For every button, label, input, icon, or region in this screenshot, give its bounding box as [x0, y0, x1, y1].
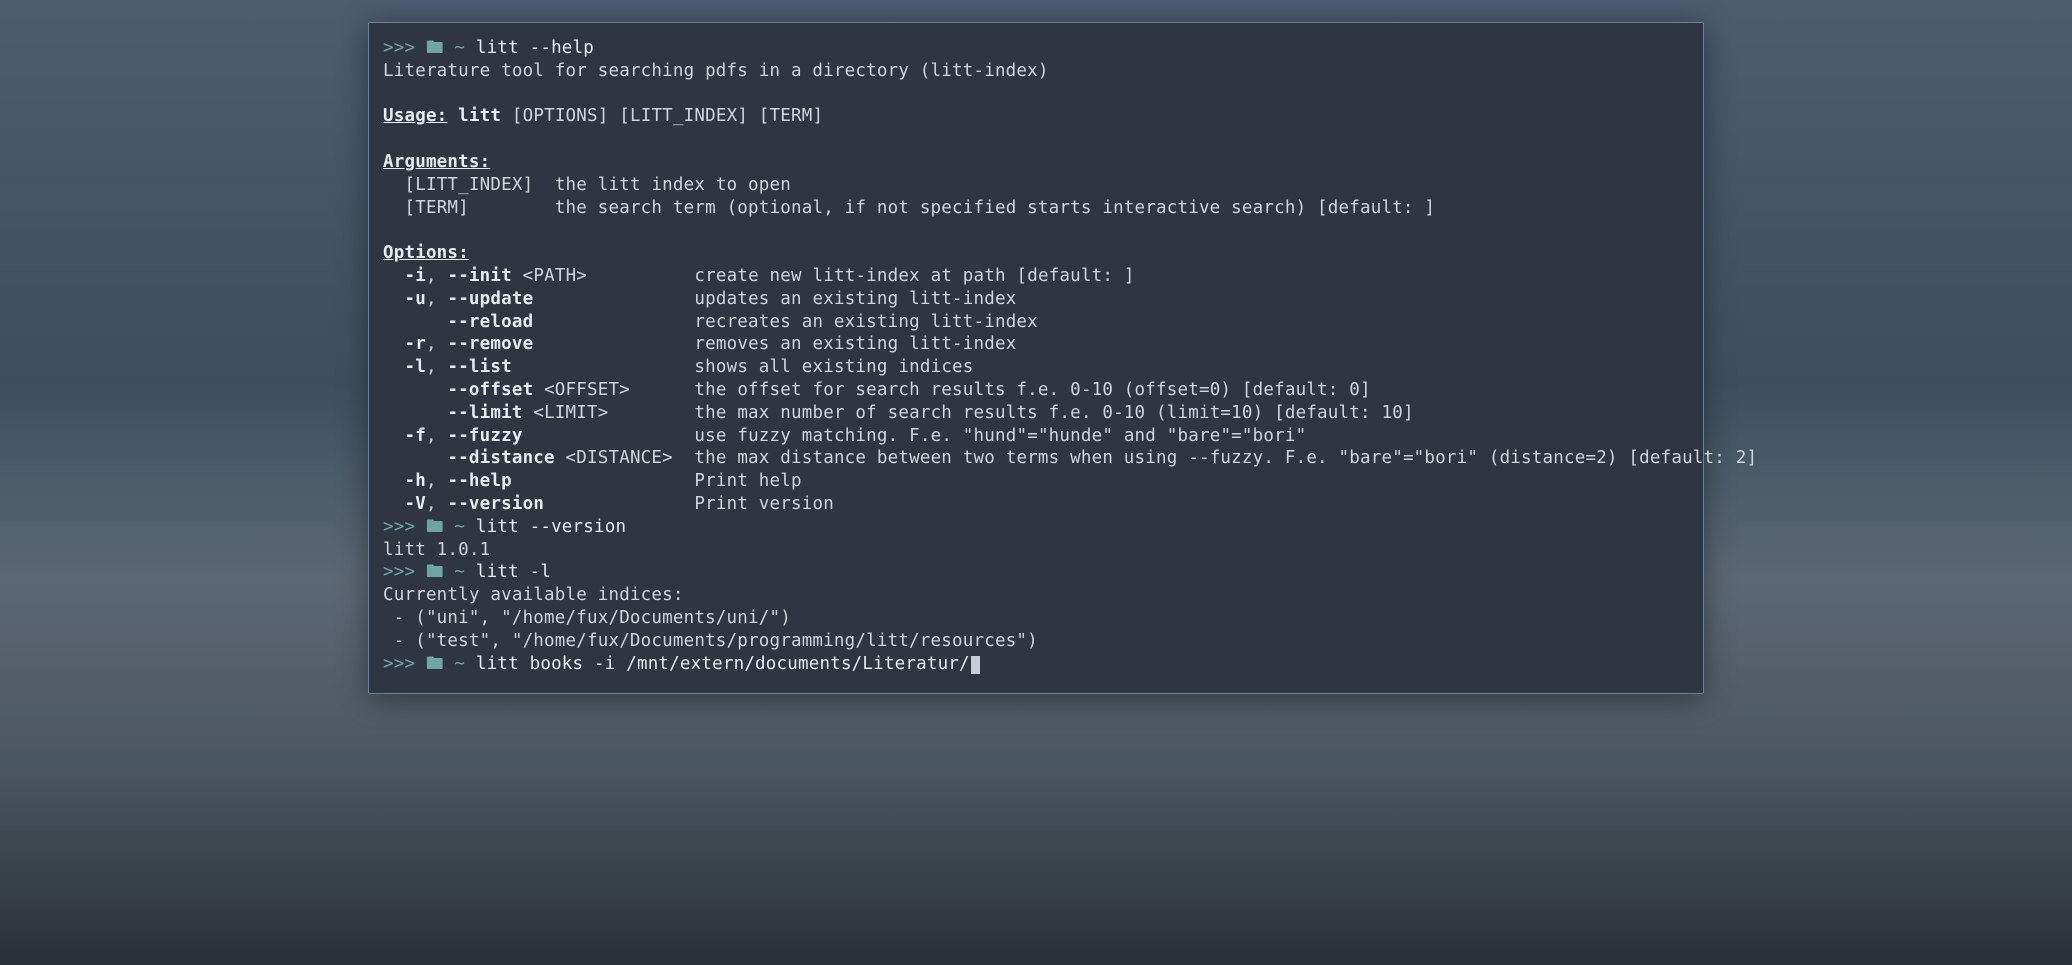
opt-list-long: --list	[447, 357, 511, 377]
arg-term-desc: the search term (optional, if not specif…	[555, 198, 1435, 218]
tilde: ~	[454, 517, 465, 537]
command-4-input[interactable]: litt books -i /mnt/extern/documents/Lite…	[476, 654, 970, 674]
opt-fuzzy-short: -f	[404, 426, 425, 446]
list-row: - ("test", "/home/fux/Documents/programm…	[383, 631, 1038, 651]
opt-fuzzy-desc: use fuzzy matching. F.e. "hund"="hunde" …	[694, 426, 1306, 446]
tilde: ~	[454, 654, 465, 674]
arg-litt-index-desc: the litt index to open	[555, 175, 791, 195]
opt-remove-desc: removes an existing litt-index	[694, 334, 1016, 354]
opt-update-short: -u	[404, 289, 425, 309]
opt-help-short: -h	[404, 471, 425, 491]
opt-distance-long: --distance	[447, 448, 554, 468]
opt-limit-long: --limit	[447, 403, 522, 423]
version-output: litt 1.0.1	[383, 540, 490, 560]
options-label: Options:	[383, 243, 469, 263]
opt-update-long: --update	[447, 289, 533, 309]
opt-update-desc: updates an existing litt-index	[694, 289, 1016, 309]
opt-limit-arg: <LIMIT>	[533, 403, 608, 423]
arg-litt-index-name: [LITT_INDEX]	[404, 175, 533, 195]
help-description: Literature tool for searching pdfs in a …	[383, 61, 1049, 81]
opt-init-long: --init	[447, 266, 511, 286]
opt-limit-desc: the max number of search results f.e. 0-…	[694, 403, 1413, 423]
command-3: litt -l	[476, 562, 551, 582]
opt-offset-desc: the offset for search results f.e. 0-10 …	[694, 380, 1370, 400]
opt-init-arg: <PATH>	[523, 266, 587, 286]
opt-version-long: --version	[447, 494, 544, 514]
prompt-line-3: >>> 🖿 ~ litt -l	[383, 562, 551, 582]
opt-reload-long: --reload	[447, 312, 533, 332]
opt-init-desc: create new litt-index at path [default: …	[694, 266, 1134, 286]
opt-offset-arg: <OFFSET>	[544, 380, 630, 400]
usage-cmd: litt	[458, 106, 501, 126]
opt-list-short: -l	[404, 357, 425, 377]
terminal-window[interactable]: >>> 🖿 ~ litt --help Literature tool for …	[368, 22, 1704, 694]
prompt-arrows: >>>	[383, 654, 415, 674]
list-header: Currently available indices:	[383, 585, 684, 605]
opt-distance-desc: the max distance between two terms when …	[694, 448, 1757, 468]
cursor-icon	[971, 656, 980, 674]
tilde: ~	[454, 562, 465, 582]
prompt-arrows: >>>	[383, 38, 415, 58]
opt-list-desc: shows all existing indices	[694, 357, 973, 377]
list-row: - ("uni", "/home/fux/Documents/uni/")	[383, 608, 791, 628]
opt-fuzzy-long: --fuzzy	[447, 426, 522, 446]
opt-init-short: -i	[404, 266, 425, 286]
prompt-arrows: >>>	[383, 517, 415, 537]
opt-version-short: -V	[404, 494, 425, 514]
opt-remove-short: -r	[404, 334, 425, 354]
opt-offset-long: --offset	[447, 380, 533, 400]
prompt-arrows: >>>	[383, 562, 415, 582]
prompt-line-4[interactable]: >>> 🖿 ~ litt books -i /mnt/extern/docume…	[383, 654, 980, 674]
opt-distance-arg: <DISTANCE>	[566, 448, 673, 468]
opt-remove-long: --remove	[447, 334, 533, 354]
opt-reload-desc: recreates an existing litt-index	[694, 312, 1038, 332]
opt-help-long: --help	[447, 471, 511, 491]
usage-args: [OPTIONS] [LITT_INDEX] [TERM]	[512, 106, 823, 126]
command-2: litt --version	[476, 517, 626, 537]
prompt-line-1: >>> 🖿 ~ litt --help	[383, 38, 594, 58]
opt-version-desc: Print version	[694, 494, 834, 514]
arguments-label: Arguments:	[383, 152, 490, 172]
prompt-line-2: >>> 🖿 ~ litt --version	[383, 517, 626, 537]
folder-icon: 🖿	[426, 517, 444, 537]
folder-icon: 🖿	[426, 562, 444, 582]
usage-label: Usage:	[383, 106, 447, 126]
arg-term-name: [TERM]	[404, 198, 468, 218]
opt-help-desc: Print help	[694, 471, 801, 491]
tilde: ~	[454, 38, 465, 58]
command-1: litt --help	[476, 38, 594, 58]
folder-icon: 🖿	[426, 38, 444, 58]
folder-icon: 🖿	[426, 654, 444, 674]
